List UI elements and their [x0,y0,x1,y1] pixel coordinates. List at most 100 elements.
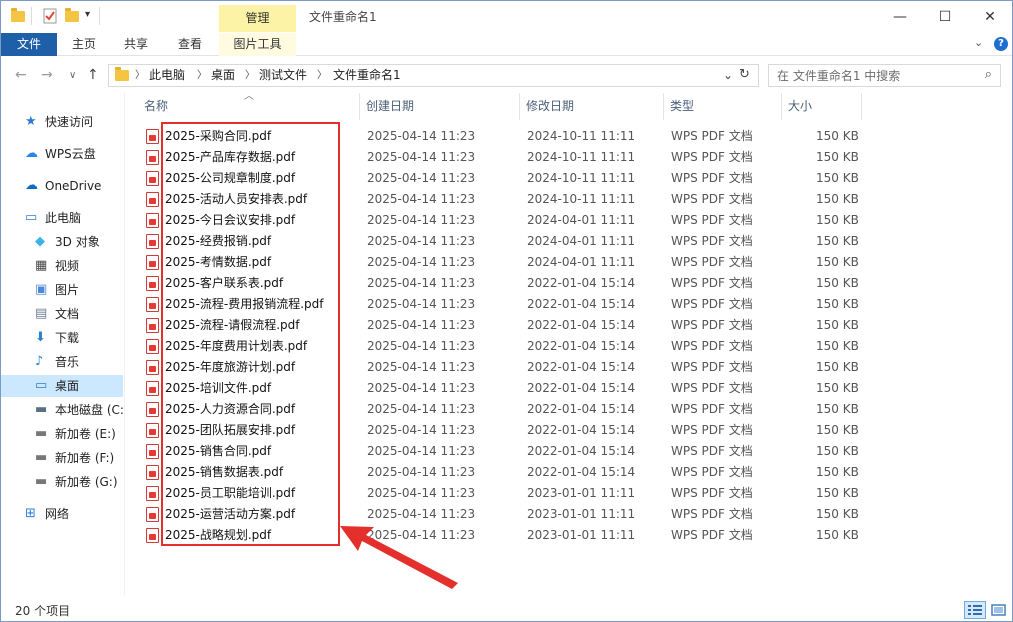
file-created-date: 2025-04-14 11:23 [367,150,476,164]
pdf-file-icon [146,276,159,291]
column-header-name[interactable]: 名称 [138,93,360,120]
sidebar-item[interactable]: ☁ WPS云盘 [1,143,123,165]
drive-c-icon: ▬ [35,402,48,417]
file-modified-date: 2024-10-11 11:11 [527,171,636,185]
sidebar-item[interactable]: ▬ 新加卷 (G:) [1,471,123,493]
sidebar-item-label: 音乐 [55,355,80,369]
column-header-type[interactable]: 类型 [664,93,782,120]
sidebar-item-label: 桌面 [55,379,80,393]
minimize-button[interactable]: — [877,1,923,33]
file-type: WPS PDF 文档 [671,423,753,437]
forward-arrow-icon[interactable]: → [41,67,53,83]
pdf-file-icon [146,465,159,480]
up-arrow-icon[interactable]: ↑ [87,67,99,83]
sidebar-item[interactable]: ★ 快速访问 [1,111,123,133]
breadcrumb-separator-icon[interactable]: 〉 [317,65,327,86]
folder-icon[interactable] [11,8,25,24]
breadcrumb-separator-icon[interactable]: 〉 [245,65,255,86]
address-bar[interactable]: 〉 此电脑 〉 桌面 〉 测试文件 〉 文件重命名1 ⌄ ↻ [108,64,759,87]
pdf-file-icon [146,381,159,396]
sidebar-item[interactable]: ◆ 3D 对象 [1,231,123,253]
properties-icon[interactable] [43,8,57,24]
file-modified-date: 2022-01-04 15:14 [527,444,636,458]
file-size: 150 KB [816,318,859,332]
maximize-button[interactable]: ☐ [922,1,968,33]
sidebar-item[interactable]: ▤ 文档 [1,303,123,325]
tab-share[interactable]: 共享 [113,33,159,56]
qa-customize-icon[interactable]: ▾ [85,9,90,20]
search-input[interactable] [769,65,969,86]
file-size: 150 KB [816,465,859,479]
file-created-date: 2025-04-14 11:23 [367,360,476,374]
file-created-date: 2025-04-14 11:23 [367,318,476,332]
new-folder-icon[interactable] [65,8,79,24]
annotation-arrow-icon [340,526,458,589]
file-created-date: 2025-04-14 11:23 [367,234,476,248]
help-icon[interactable]: ? [994,36,1008,51]
file-size: 150 KB [816,528,859,542]
refresh-icon[interactable]: ↻ [739,67,750,82]
column-header-modified[interactable]: 修改日期 [520,93,664,120]
file-size: 150 KB [816,129,859,143]
tab-picture-tools[interactable]: 图片工具 [219,33,296,56]
sidebar-item[interactable]: ☁ OneDrive [1,175,123,197]
search-box[interactable]: ⌕ [768,64,1001,87]
sidebar-item[interactable]: ⊞ 网络 [1,503,123,525]
column-header-created[interactable]: 创建日期 [360,93,520,120]
file-size: 150 KB [816,444,859,458]
tab-home[interactable]: 主页 [61,33,107,56]
sidebar-item[interactable]: ▦ 视频 [1,255,123,277]
large-icons-view-icon[interactable] [988,601,1010,619]
divider [31,7,32,25]
breadcrumb-this-pc[interactable]: 此电脑 [149,65,185,86]
sidebar-item[interactable]: ♪ 音乐 [1,351,123,373]
breadcrumb-separator-icon[interactable]: 〉 [197,65,207,86]
sidebar-item[interactable]: ▬ 新加卷 (E:) [1,423,123,445]
sidebar-item[interactable]: ▣ 图片 [1,279,123,301]
file-size: 150 KB [816,171,859,185]
sidebar-item-label: 新加卷 (G:) [55,475,118,489]
breadcrumb-separator-icon[interactable]: 〉 [135,65,145,86]
breadcrumb-desktop[interactable]: 桌面 [211,65,235,86]
close-button[interactable]: ✕ [967,1,1012,33]
file-type: WPS PDF 文档 [671,297,753,311]
breadcrumb-current-folder[interactable]: 文件重命名1 [333,65,401,86]
tab-file[interactable]: 文件 [1,33,57,56]
file-modified-date: 2022-01-04 15:14 [527,465,636,479]
column-header-size[interactable]: 大小 [782,93,862,120]
file-created-date: 2025-04-14 11:23 [367,171,476,185]
file-type: WPS PDF 文档 [671,276,753,290]
file-modified-date: 2024-04-01 11:11 [527,213,636,227]
breadcrumb-test-files[interactable]: 测试文件 [259,65,307,86]
sidebar-item[interactable]: ⬇ 下载 [1,327,123,349]
file-size: 150 KB [816,360,859,374]
sidebar-item-label: 网络 [45,507,70,521]
file-type: WPS PDF 文档 [671,402,753,416]
sidebar-item-label: 3D 对象 [55,235,100,249]
ribbon-tabs: 文件 主页 共享 查看 图片工具 ⌄ ? [1,33,1012,56]
sidebar-item[interactable]: ▭ 此电脑 [1,207,123,229]
sidebar-item[interactable]: ▬ 新加卷 (F:) [1,447,123,469]
tab-manage[interactable]: 管理 [219,5,296,32]
title-bar: ▾ 管理 文件重命名1 — ☐ ✕ [1,1,1012,33]
address-dropdown-icon[interactable]: ⌄ [723,68,733,82]
recent-chevron-icon[interactable]: ∨ [69,70,76,81]
tab-view[interactable]: 查看 [167,33,213,56]
file-created-date: 2025-04-14 11:23 [367,192,476,206]
pdf-file-icon [146,234,159,249]
file-modified-date: 2022-01-04 15:14 [527,402,636,416]
details-view-icon[interactable] [964,601,986,619]
ribbon-expand-icon[interactable]: ⌄ [974,36,983,49]
sidebar-item-label: 视频 [55,259,80,273]
sidebar-item[interactable]: ▬ 本地磁盘 (C:) [1,399,123,421]
file-type: WPS PDF 文档 [671,360,753,374]
sidebar-item[interactable]: ▭ 桌面 [1,375,123,397]
file-modified-date: 2022-01-04 15:14 [527,423,636,437]
back-arrow-icon[interactable]: ← [15,67,27,83]
sidebar-item-label: 新加卷 (F:) [55,451,115,465]
sidebar-item-label: WPS云盘 [45,147,96,161]
cube-icon: ◆ [35,234,45,249]
file-modified-date: 2022-01-04 15:14 [527,297,636,311]
search-icon[interactable]: ⌕ [985,67,992,82]
file-type: WPS PDF 文档 [671,528,753,542]
